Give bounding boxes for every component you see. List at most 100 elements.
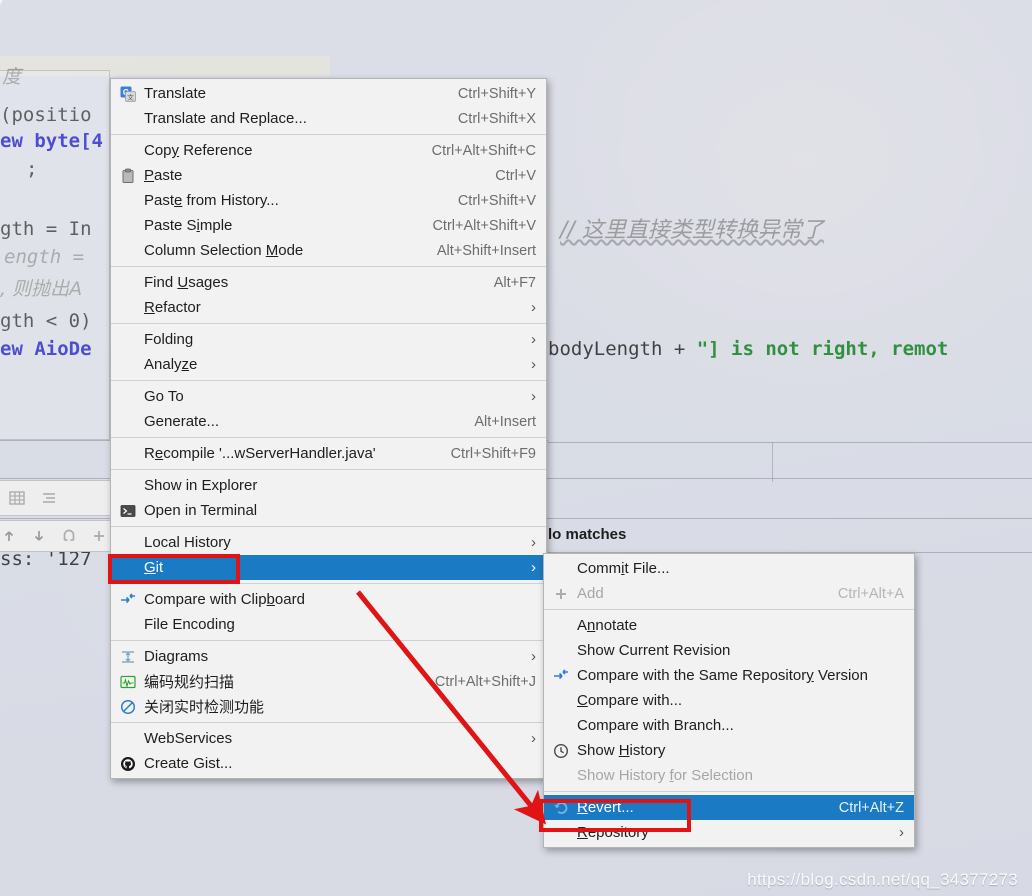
menu-item-column-selection-mode[interactable]: Column Selection Mode Alt+Shift+Insert <box>111 238 546 263</box>
menu-item-compare-with-branch[interactable]: Compare with Branch... <box>544 713 914 738</box>
submenu-chevron-icon: › <box>531 534 536 551</box>
menu-item-label: Show in Explorer <box>144 477 258 494</box>
submenu-chevron-icon: › <box>531 299 536 316</box>
submenu-chevron-icon: › <box>531 730 536 747</box>
menu-item-shortcut: Ctrl+Shift+Y <box>457 85 536 102</box>
menu-item-folding[interactable]: Folding › <box>111 327 546 352</box>
menu-item-open-in-terminal[interactable]: Open in Terminal <box>111 498 546 523</box>
menu-item-commit-file[interactable]: Commit File... <box>544 556 914 581</box>
group-lines-icon[interactable] <box>40 489 58 507</box>
compare-icon <box>117 591 139 609</box>
menu-separator <box>111 437 546 438</box>
menu-separator <box>111 134 546 135</box>
arrow-up-icon[interactable] <box>0 527 18 545</box>
menu-item-file-encoding[interactable]: File Encoding <box>111 612 546 637</box>
menu-item-local-history[interactable]: Local History › <box>111 530 546 555</box>
no-icon <box>550 617 572 635</box>
menu-item-label: Go To <box>144 388 184 405</box>
menu-item-translate[interactable]: G 文 Translate Ctrl+Shift+Y <box>111 81 546 106</box>
menu-item-label: Repository <box>577 824 649 841</box>
menu-item-paste-from-history[interactable]: Paste from History... Ctrl+Shift+V <box>111 188 546 213</box>
plus-icon[interactable] <box>90 527 108 545</box>
menu-item-label: Create Gist... <box>144 755 233 772</box>
find-tool-strip[interactable] <box>0 520 116 552</box>
menu-separator <box>111 640 546 641</box>
no-icon <box>117 388 139 406</box>
menu-item-label: Recompile '...wServerHandler.java' <box>144 445 376 462</box>
editor-tool-strip-upper[interactable] <box>0 480 112 516</box>
menu-item-关闭实时检测功能[interactable]: 关闭实时检测功能 <box>111 694 546 719</box>
menu-item-revert[interactable]: Revert... Ctrl+Alt+Z <box>544 795 914 820</box>
compare-icon <box>554 668 568 679</box>
menu-item-create-gist[interactable]: Create Gist... <box>111 751 546 776</box>
no-icon <box>117 110 139 128</box>
no-icon <box>117 299 139 317</box>
menu-item-paste[interactable]: Paste Ctrl+V <box>111 163 546 188</box>
menu-item-label: Git <box>144 559 164 576</box>
no-matches-label: lo matches <box>548 526 627 543</box>
screenshot-root: 度 (positio ew byte[4; gth = In ength =, 则抛出A… <box>0 0 1032 896</box>
editor-panel-frame-left <box>0 70 110 440</box>
clipboard-icon <box>122 168 134 183</box>
menu-item-webservices[interactable]: WebServices › <box>111 726 546 751</box>
no-icon <box>117 192 139 210</box>
menu-item-go-to[interactable]: Go To › <box>111 384 546 409</box>
menu-item-label: Paste <box>144 167 183 184</box>
menu-item-label: Folding <box>144 331 194 348</box>
menu-item-show-history[interactable]: Show History <box>544 738 914 763</box>
csdn-watermark: https://blog.csdn.net/qq_34377273 <box>747 870 1018 889</box>
no-icon <box>550 560 572 578</box>
disable-icon <box>117 698 139 716</box>
menu-item-find-usages[interactable]: Find Usages Alt+F7 <box>111 270 546 295</box>
arrow-down-icon[interactable] <box>30 527 48 545</box>
git-submenu[interactable]: Commit File... Add Ctrl+Alt+A Annotate Show … <box>543 553 915 848</box>
submenu-chevron-icon: › <box>531 356 536 373</box>
menu-item-copy-reference[interactable]: Copy Reference Ctrl+Alt+Shift+C <box>111 138 546 163</box>
menu-item-compare-with-the-same-repository-version[interactable]: Compare with the Same Repository Version <box>544 663 914 688</box>
menu-item-show-current-revision[interactable]: Show Current Revision <box>544 638 914 663</box>
menu-item-compare-with-clipboard[interactable]: Compare with Clipboard <box>111 587 546 612</box>
menu-item-repository[interactable]: Repository › <box>544 820 914 845</box>
menu-item-compare-with[interactable]: Compare with... <box>544 688 914 713</box>
menu-item-shortcut: Ctrl+Shift+X <box>457 110 536 127</box>
menu-item-git[interactable]: Git › <box>111 555 546 580</box>
terminal-icon <box>117 502 139 520</box>
menu-item-recompile-wserverhandler-java[interactable]: Recompile '...wServerHandler.java' Ctrl+S… <box>111 441 546 466</box>
menu-item-refactor[interactable]: Refactor › <box>111 295 546 320</box>
menu-item-label: Add <box>577 585 604 602</box>
menu-item-translate-and-replace[interactable]: Translate and Replace... Ctrl+Shift+X <box>111 106 546 131</box>
table-icon[interactable] <box>8 489 26 507</box>
code-fragment: bodyLength + "] is not right, remot <box>548 338 949 360</box>
menu-item-label: Revert... <box>577 799 634 816</box>
plus-icon <box>550 585 572 603</box>
github-icon <box>121 756 135 771</box>
menu-separator <box>111 380 546 381</box>
menu-item-annotate[interactable]: Annotate <box>544 613 914 638</box>
menu-item-show-in-explorer[interactable]: Show in Explorer <box>111 473 546 498</box>
no-icon <box>117 274 139 292</box>
menu-item-编码规约扫描[interactable]: 编码规约扫描 Ctrl+Alt+Shift+J <box>111 669 546 694</box>
no-icon <box>117 142 139 160</box>
clock-icon <box>553 743 569 758</box>
diagram-icon <box>122 650 134 663</box>
menu-item-label: Column Selection Mode <box>144 242 304 259</box>
no-icon <box>550 692 572 710</box>
editor-context-menu[interactable]: G 文 Translate Ctrl+Shift+Y Translate and Re… <box>110 78 547 779</box>
menu-item-paste-simple[interactable]: Paste Simple Ctrl+Alt+Shift+V <box>111 213 546 238</box>
panel-divider-4 <box>548 442 1032 443</box>
menu-item-label: Paste from History... <box>144 192 279 209</box>
menu-item-shortcut: Alt+F7 <box>493 274 536 291</box>
menu-item-generate[interactable]: Generate... Alt+Insert <box>111 409 546 434</box>
no-icon <box>117 445 139 463</box>
clipboard-icon <box>117 167 139 185</box>
menu-separator <box>111 583 546 584</box>
menu-item-label: 编码规约扫描 <box>144 674 235 691</box>
menu-item-diagrams[interactable]: Diagrams › <box>111 644 546 669</box>
menu-item-label: Commit File... <box>577 560 670 577</box>
revert-icon <box>554 801 568 814</box>
panel-divider-vertical <box>772 442 773 482</box>
magnet-icon[interactable] <box>60 527 78 545</box>
menu-item-analyze[interactable]: Analyze › <box>111 352 546 377</box>
submenu-chevron-icon: › <box>531 388 536 405</box>
menu-item-shortcut: Ctrl+Shift+F9 <box>450 445 536 462</box>
